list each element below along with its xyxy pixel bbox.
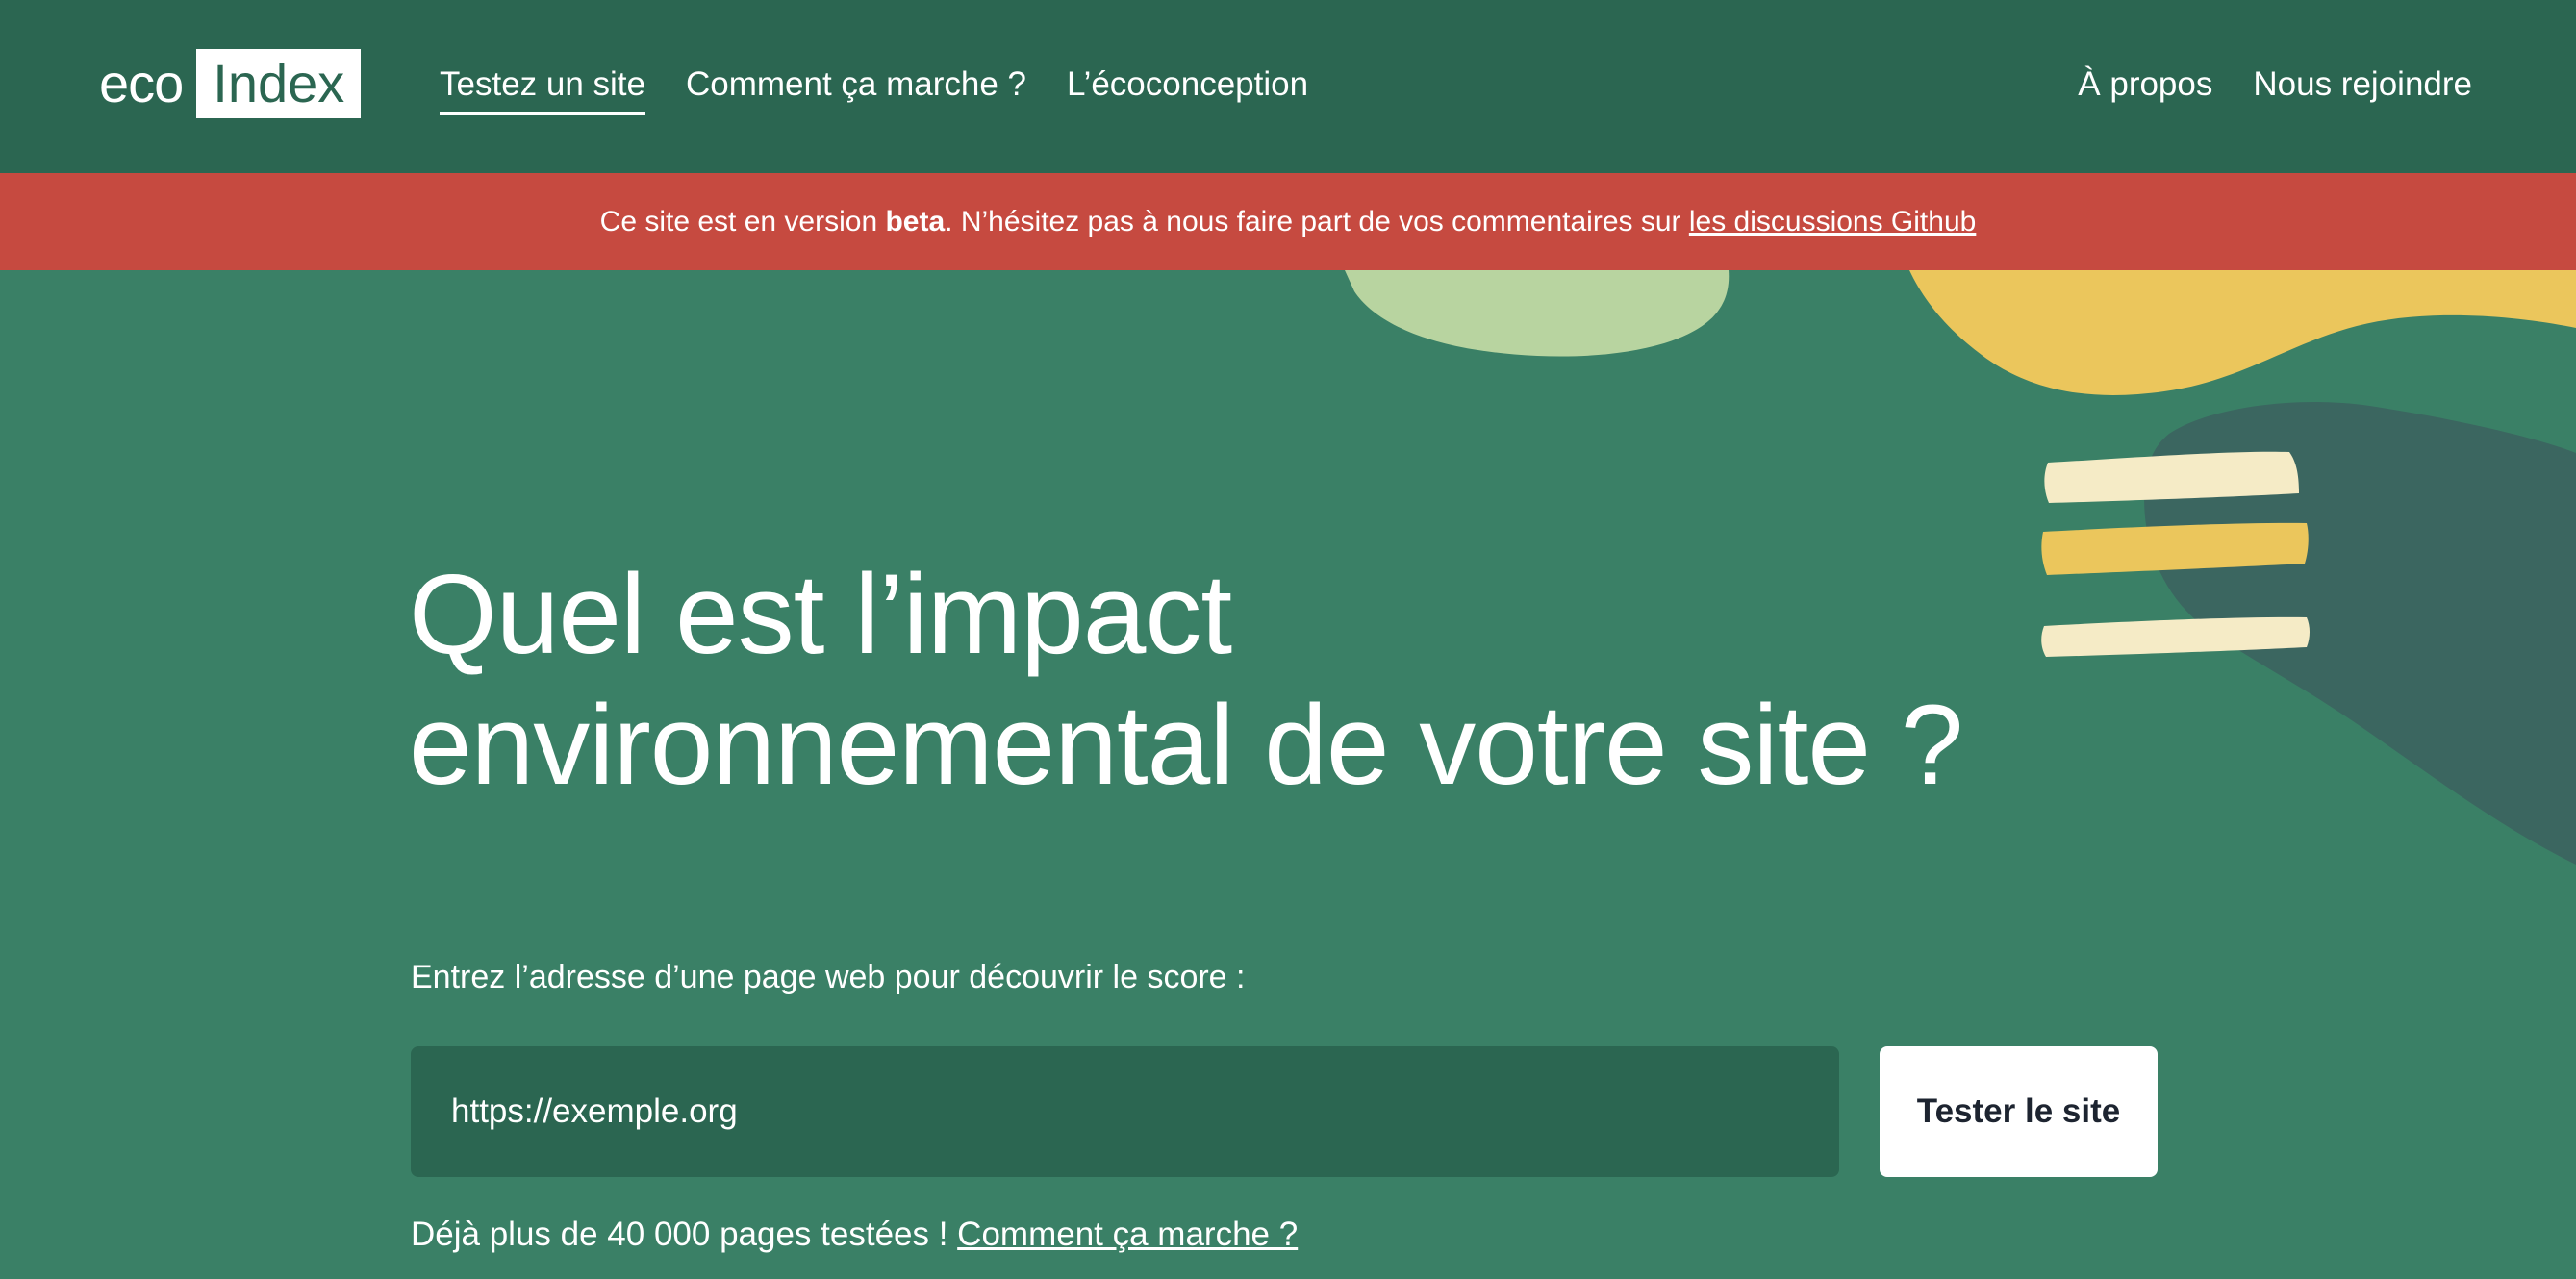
test-site-button[interactable]: Tester le site <box>1880 1046 2158 1177</box>
hero-section: Quel est l’impact environnemental de vot… <box>0 270 2576 1279</box>
url-input-label: Entrez l’adresse d’une page web pour déc… <box>411 959 1246 995</box>
hero-title-line-2: environnemental de votre site ? <box>409 682 1963 809</box>
hero-title: Quel est l’impact environnemental de vot… <box>409 549 2140 811</box>
url-input[interactable] <box>411 1046 1839 1177</box>
nav-nous-rejoindre[interactable]: Nous rejoindre <box>2253 58 2472 112</box>
github-discussions-link[interactable]: les discussions Github <box>1689 206 1976 238</box>
hero-title-line-1: Quel est l’impact <box>409 551 1232 678</box>
site-header: eco Index Testez un site Comment ça marc… <box>0 0 2576 173</box>
nav-ecoconception[interactable]: L’écoconception <box>1067 58 1308 115</box>
beta-banner: Ce site est en version beta. N’hésitez p… <box>0 173 2576 270</box>
light-green-blob <box>1345 270 1730 357</box>
cream-stripe-top <box>2044 451 2299 503</box>
pages-tested-note: Déjà plus de 40 000 pages testées ! Comm… <box>411 1216 1298 1254</box>
main-nav: Testez un site Comment ça marche ? L’éco… <box>440 58 1308 115</box>
how-it-works-link[interactable]: Comment ça marche ? <box>957 1216 1298 1253</box>
pages-tested-text: Déjà plus de 40 000 pages testées ! <box>411 1216 958 1253</box>
yellow-blob <box>1909 270 2576 395</box>
logo-eco-text: eco <box>99 53 184 113</box>
nav-a-propos[interactable]: À propos <box>2078 58 2212 112</box>
secondary-nav: À propos Nous rejoindre <box>2078 58 2472 112</box>
banner-text-after: . N’hésitez pas à nous faire part de vos… <box>945 205 1689 238</box>
banner-text-before: Ce site est en version <box>599 205 886 238</box>
banner-beta-label: beta <box>885 205 946 238</box>
nav-testez-un-site[interactable]: Testez un site <box>440 58 645 115</box>
ecoindex-logo[interactable]: eco Index <box>99 49 362 118</box>
nav-comment-ca-marche[interactable]: Comment ça marche ? <box>686 58 1026 115</box>
logo-index-text: Index <box>196 49 362 118</box>
